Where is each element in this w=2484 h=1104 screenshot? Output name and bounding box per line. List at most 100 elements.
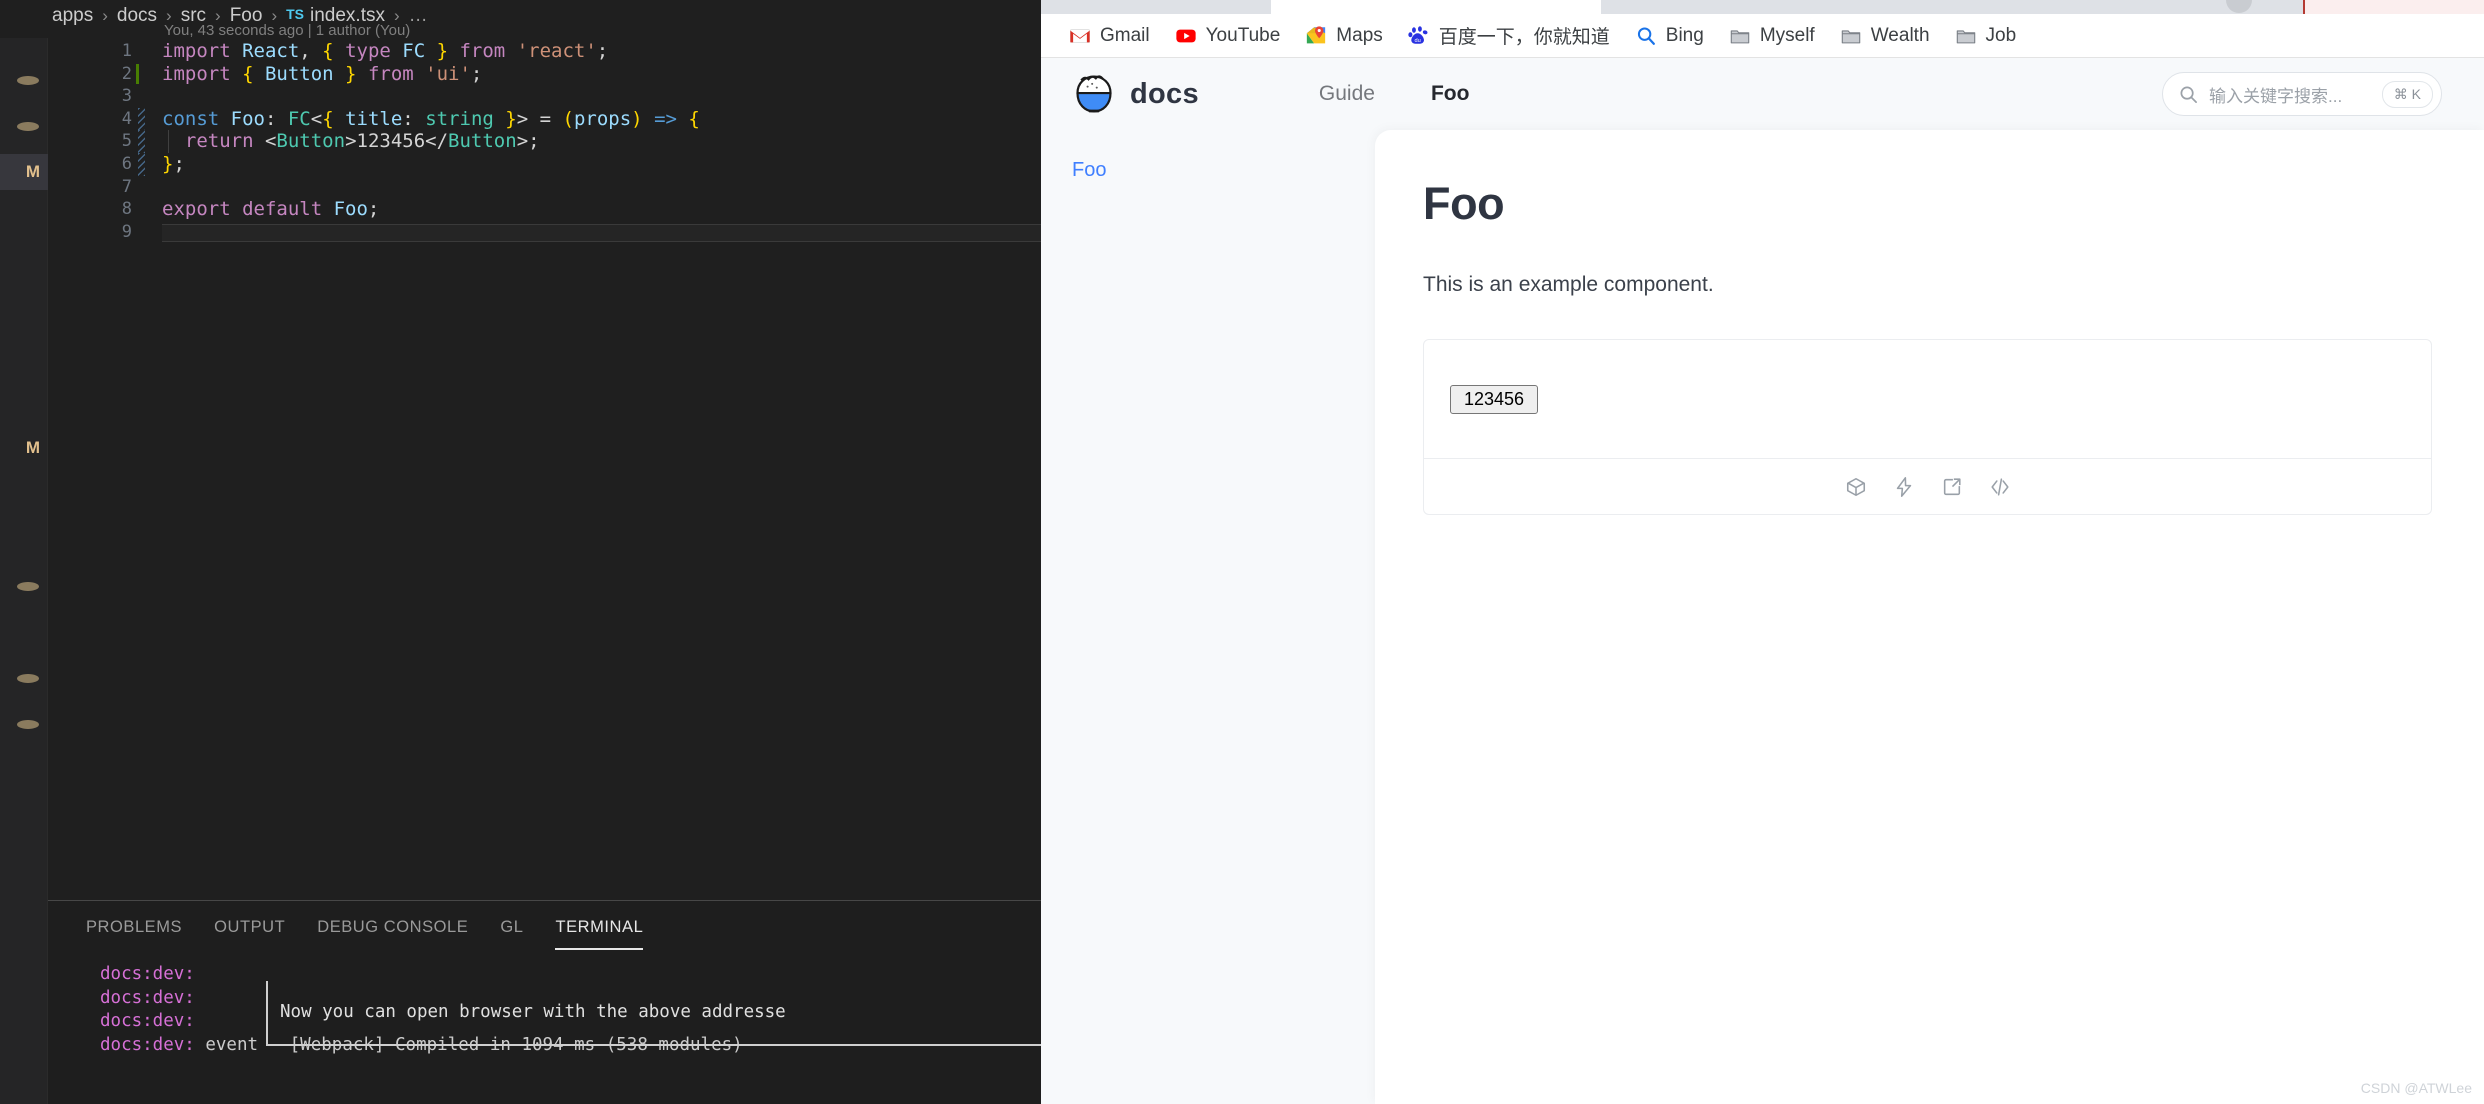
folder-icon (1730, 29, 1750, 43)
code-line[interactable]: 5 return <Button>123456</Button>; (48, 130, 1041, 153)
bookmark-youtube[interactable]: YouTube (1165, 21, 1291, 51)
browser-tab[interactable] (1271, 0, 1601, 14)
code-line-text: return <Button>123456</Button>; (184, 130, 540, 153)
explorer-row[interactable] (0, 660, 48, 696)
demo-preview: 123456 (1424, 340, 2431, 458)
bookmark-bing[interactable]: Bing (1625, 21, 1714, 51)
search-input[interactable]: 输入关键字搜索... ⌘ K (2162, 72, 2442, 116)
bing-icon (1637, 26, 1655, 45)
line-number: 6 (121, 153, 132, 174)
explorer-row[interactable] (0, 292, 48, 328)
explorer-row[interactable] (0, 522, 48, 558)
demo-button[interactable]: 123456 (1450, 384, 1539, 414)
tab-avatar[interactable] (2226, 0, 2252, 13)
file-status-dot-icon (17, 673, 39, 683)
explorer-row[interactable] (0, 108, 48, 144)
sidebar-item-foo[interactable]: Foo (1041, 159, 1375, 182)
explorer-row[interactable]: M (0, 154, 48, 190)
breadcrumb-overflow[interactable]: … (409, 5, 429, 27)
line-number: 7 (121, 176, 132, 197)
bookmark-label: Myself (1759, 24, 1815, 46)
explorer-row[interactable] (0, 614, 48, 650)
explorer-row[interactable] (0, 568, 48, 604)
breadcrumb-segment[interactable]: apps (52, 5, 93, 27)
explorer-row[interactable] (0, 62, 48, 98)
git-added-marker (138, 107, 145, 131)
code-line[interactable]: 3 (48, 85, 1041, 108)
code-line[interactable]: 1 import React, { type FC } from 'react'; (48, 40, 1041, 63)
current-line-highlight (162, 223, 1041, 242)
bookmark-label: Job (1985, 24, 2017, 46)
code-line[interactable]: 6}; (48, 152, 1041, 176)
line-number: 4 (121, 108, 132, 129)
nav-item-guide[interactable]: Guide (1291, 82, 1403, 106)
code-editor[interactable]: 1 import React, { type FC } from 'react';… (48, 40, 1041, 243)
watermark: CSDN @ATWLee (2360, 1080, 2472, 1096)
explorer-row[interactable] (0, 476, 48, 512)
code-line[interactable]: 4 const Foo: FC<{ title: string }> = (pro… (48, 107, 1041, 131)
line-number: 2 (121, 63, 132, 84)
baidu-icon: du (1408, 25, 1428, 44)
external-link-icon[interactable] (1941, 476, 1963, 498)
bookmark-gmail[interactable]: Gmail (1059, 21, 1160, 51)
docs-sidebar[interactable]: Foo (1041, 130, 1375, 1104)
panel-tab-debug-console[interactable]: DEBUG CONSOLE (301, 913, 484, 942)
git-change-marker (136, 63, 139, 84)
bookmark-myself[interactable]: Myself (1719, 21, 1825, 51)
explorer-sidebar[interactable]: MM (0, 0, 48, 1104)
code-line[interactable]: 7 (48, 176, 1041, 199)
explorer-row[interactable] (0, 384, 48, 420)
gmail-icon (1070, 28, 1090, 43)
bookmark-wealth[interactable]: Wealth (1830, 21, 1940, 51)
line-number: 9 (121, 221, 132, 242)
site-header: docs Guide Foo 输入关键字搜索... ⌘ K (1041, 58, 2484, 130)
panel-tabs[interactable]: PROBLEMS OUTPUT DEBUG CONSOLE GL TERMINAL (48, 913, 659, 950)
git-added-marker (138, 130, 145, 153)
stackblitz-icon[interactable] (1893, 476, 1915, 498)
bookmarks-bar[interactable]: Gmail YouTube Maps du 百度一下，你就知道 Bing Myself Wea… (1041, 14, 2484, 58)
folder-icon (1841, 29, 1860, 43)
panel-tab-problems[interactable]: PROBLEMS (70, 913, 198, 942)
code-line-text: }; (162, 152, 185, 175)
explorer-row[interactable] (0, 200, 48, 236)
bookmark-[interactable]: du 百度一下，你就知道 (1398, 18, 1620, 53)
site-logo[interactable]: docs (1072, 72, 1199, 116)
explorer-row[interactable] (0, 706, 48, 742)
explorer-row[interactable] (0, 338, 48, 374)
code-line-text: const Foo: FC<{ title: string }> = (prop… (162, 107, 700, 130)
codesandbox-icon[interactable] (1845, 476, 1867, 498)
bookmark-maps[interactable]: Maps (1295, 21, 1392, 51)
docs-site: docs Guide Foo 输入关键字搜索... ⌘ K Foo Foo Th… (1041, 58, 2484, 1104)
breadcrumb-segment[interactable]: docs (117, 5, 157, 27)
code-line[interactable]: 9 (48, 221, 1041, 244)
line-number: 8 (121, 199, 132, 220)
panel-tab-gl[interactable]: GL (484, 913, 539, 942)
line-number: 5 (121, 131, 132, 152)
terminal-output[interactable]: docs:dev: docs:dev: docs:dev: docs:dev: eve… (48, 963, 1041, 1104)
panel-tab-terminal[interactable]: TERMINAL (539, 913, 659, 950)
site-nav[interactable]: Guide Foo (1291, 82, 1498, 106)
code-line-text: import React, { type FC } from 'react'; (162, 40, 609, 62)
bookmark-label: Maps (1336, 24, 1383, 46)
git-blame-annotation: You, 43 seconds ago | 1 author (You) (164, 22, 411, 39)
bookmark-label: Bing (1665, 24, 1704, 46)
file-status-dot-icon (17, 581, 39, 591)
nav-item-foo[interactable]: Foo (1403, 82, 1497, 106)
page-title: Foo (1423, 178, 1505, 229)
page-description: This is an example component. (1423, 273, 1714, 296)
line-number: 3 (121, 86, 132, 107)
code-line[interactable]: 2 import { Button } from 'ui'; (48, 63, 1041, 86)
bookmark-job[interactable]: Job (1945, 21, 2027, 51)
explorer-row[interactable]: M (0, 430, 48, 466)
panel-tab-output[interactable]: OUTPUT (198, 913, 301, 942)
demo-toolbar[interactable] (1424, 458, 2431, 514)
browser-tabstrip[interactable] (1041, 0, 2484, 16)
code-line[interactable]: 8 export default Foo; (48, 198, 1041, 221)
code-icon[interactable] (1989, 476, 2011, 498)
bottom-panel: PROBLEMS OUTPUT DEBUG CONSOLE GL TERMINAL do… (48, 900, 1041, 1104)
modified-badge: M (25, 162, 40, 181)
explorer-row[interactable] (0, 246, 48, 282)
rice-bowl-icon (1076, 75, 1112, 113)
file-status-dot-icon (17, 121, 39, 131)
docs-content: Foo This is an example component. 123456 (1375, 130, 2484, 1104)
